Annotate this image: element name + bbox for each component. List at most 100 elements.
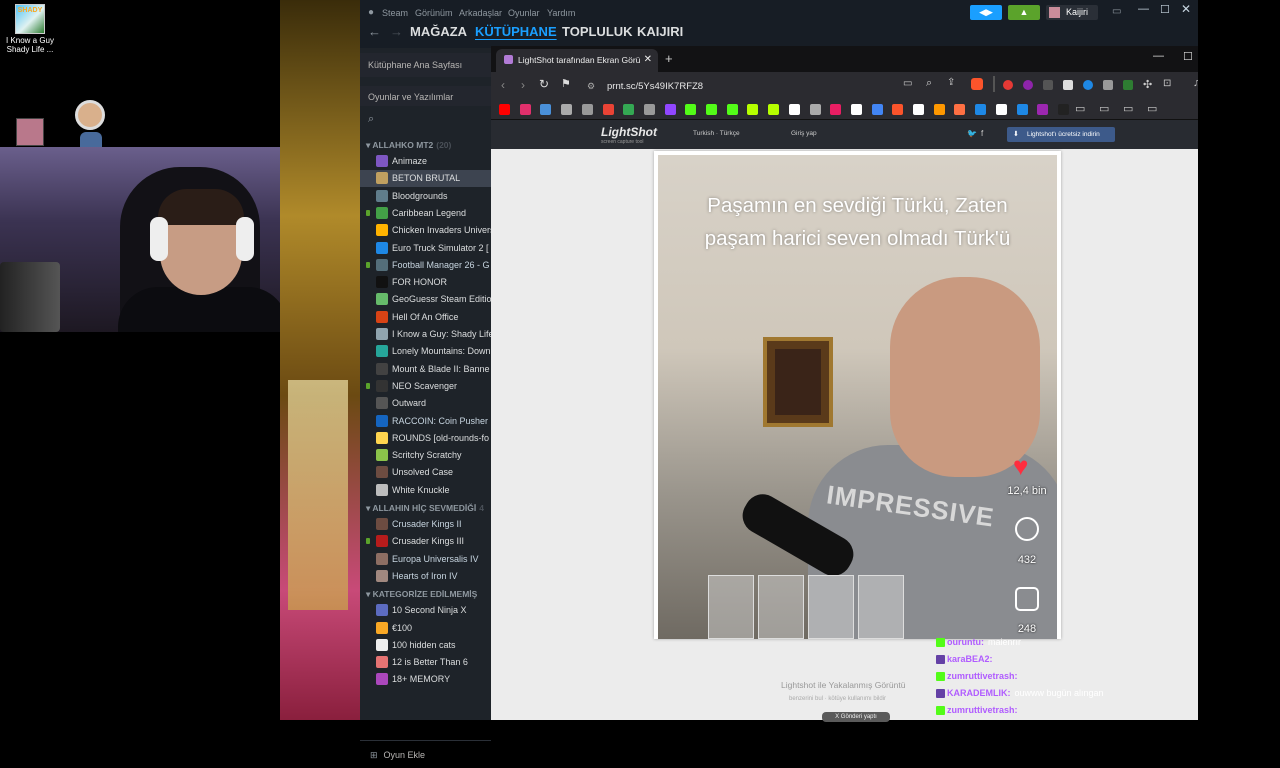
- bookmark-favicon-icon[interactable]: [747, 104, 759, 115]
- game-list-item[interactable]: €100: [360, 620, 491, 637]
- game-list-item[interactable]: I Know a Guy: Shady Life: [360, 326, 491, 343]
- desktop-shortcut[interactable]: SHADY I Know a Guy Shady Life ...: [4, 4, 56, 54]
- bookmark-favicon-icon[interactable]: [788, 104, 800, 115]
- bookmark-favicon-icon[interactable]: [643, 104, 655, 115]
- bookmark-favicon-icon[interactable]: [954, 104, 966, 115]
- maximize-button[interactable]: ☐: [1183, 50, 1193, 63]
- game-list-item[interactable]: White Knuckle: [360, 482, 491, 499]
- close-tab-icon[interactable]: ✕: [644, 54, 652, 65]
- category-header[interactable]: ▾ ALLAHIN HİÇ SEVMEDİĞİ 4: [366, 503, 484, 514]
- game-list-item[interactable]: Crusader Kings III: [360, 533, 491, 550]
- bookmark-favicon-icon[interactable]: [871, 104, 883, 115]
- bookmark-favicon-icon[interactable]: [1037, 104, 1049, 115]
- menu-friends[interactable]: Arkadaşlar: [459, 8, 502, 18]
- add-game-button[interactable]: ⊞ Oyun Ekle: [360, 740, 491, 768]
- game-list-item[interactable]: Scritchy Scratchy: [360, 447, 491, 464]
- menu-view[interactable]: Görünüm: [415, 8, 453, 18]
- bookmark-folder-icon[interactable]: ▭: [1099, 102, 1109, 115]
- extension-icon[interactable]: [1063, 80, 1073, 90]
- game-list-item[interactable]: Animaze: [360, 153, 491, 170]
- extension-icon[interactable]: [1043, 80, 1053, 90]
- tab-store[interactable]: MAĞAZA: [410, 24, 467, 39]
- bookmark-folder-icon[interactable]: ▭: [1147, 102, 1157, 115]
- game-list-item[interactable]: 12 is Better Than 6: [360, 654, 491, 671]
- game-list-item[interactable]: 100 hidden cats: [360, 637, 491, 654]
- category-header[interactable]: ▾ KATEGORİZE EDİLMEMİŞ: [366, 589, 480, 600]
- bookmark-favicon-icon[interactable]: [499, 104, 510, 115]
- bookmark-favicon-icon[interactable]: [602, 104, 614, 115]
- extensions-puzzle-icon[interactable]: ✣: [1143, 78, 1152, 91]
- game-list-item[interactable]: Unsolved Case: [360, 464, 491, 481]
- user-menu[interactable]: Kaijiri: [1046, 5, 1098, 20]
- forward-arrow-icon[interactable]: →: [390, 24, 403, 39]
- bookmark-favicon-icon[interactable]: [809, 104, 821, 115]
- forward-arrow-icon[interactable]: ›: [521, 78, 525, 92]
- lightshot-logo[interactable]: LightShot screen capture tool: [601, 125, 657, 145]
- game-list-item[interactable]: GeoGuessr Steam Edition: [360, 291, 491, 308]
- bookmark-folder-icon[interactable]: ▭: [1075, 102, 1085, 115]
- screenshot-image[interactable]: IMPRESSIVE Paşamın en sevdiği Türkü, Zat…: [654, 151, 1061, 639]
- browser-tab[interactable]: LightShot tarafından Ekran Görü ✕: [496, 49, 658, 72]
- game-list-item[interactable]: Europa Universalis IV: [360, 551, 491, 568]
- game-list-item[interactable]: Hearts of Iron IV: [360, 568, 491, 585]
- download-button[interactable]: ⬇ Lightshot'ı ücretsiz indirin: [1007, 127, 1115, 142]
- facebook-icon[interactable]: f: [981, 129, 983, 138]
- game-list-item[interactable]: Chicken Invaders Univers: [360, 222, 491, 239]
- menu-help[interactable]: Yardım: [547, 8, 575, 18]
- cast-icon[interactable]: ▭: [903, 78, 912, 89]
- bookmark-favicon-icon[interactable]: [975, 104, 987, 115]
- close-button[interactable]: ✕: [1181, 2, 1191, 16]
- menu-games[interactable]: Oyunlar: [508, 8, 540, 18]
- bookmark-favicon-icon[interactable]: [1057, 104, 1069, 115]
- game-list-item[interactable]: Lonely Mountains: Down: [360, 343, 491, 360]
- downloads-icon[interactable]: ⊡: [1163, 78, 1171, 89]
- tab-library[interactable]: KÜTÜPHANE: [475, 24, 557, 39]
- bookmark-favicon-icon[interactable]: [913, 104, 924, 115]
- game-list-item[interactable]: BETON BRUTAL: [360, 170, 491, 188]
- extension-icon[interactable]: [1123, 80, 1133, 90]
- bookmark-favicon-icon[interactable]: [519, 104, 531, 115]
- bookmark-favicon-icon[interactable]: [540, 104, 552, 115]
- menu-steam[interactable]: Steam: [382, 8, 408, 18]
- post-button[interactable]: X Gönderi yaptı: [822, 712, 890, 722]
- tab-profile[interactable]: KAIJIRI: [637, 24, 683, 39]
- new-tab-icon[interactable]: +: [665, 51, 673, 66]
- brave-shield-icon[interactable]: [971, 78, 983, 90]
- bookmark-favicon-icon[interactable]: [623, 104, 635, 115]
- share-icon[interactable]: ⇪: [947, 77, 955, 88]
- extension-audio-icon[interactable]: [1023, 80, 1033, 90]
- back-arrow-icon[interactable]: ←: [368, 24, 381, 39]
- extension-icon[interactable]: [1083, 80, 1093, 90]
- zoom-icon[interactable]: ⌕: [926, 77, 932, 90]
- bookmark-favicon-icon[interactable]: [706, 104, 717, 115]
- url-input[interactable]: ⚙ prnt.sc/5Ys49IK7RFZ8: [577, 76, 897, 96]
- bookmark-icon[interactable]: ⚑: [561, 77, 571, 90]
- notifications-icon[interactable]: ▲: [1008, 5, 1040, 20]
- bookmark-favicon-icon[interactable]: [933, 104, 945, 115]
- game-list-item[interactable]: Hell Of An Office: [360, 309, 491, 326]
- game-list-item[interactable]: Outward: [360, 395, 491, 412]
- game-list-item[interactable]: FOR HONOR: [360, 274, 491, 291]
- games-filter-dropdown[interactable]: Oyunlar ve Yazılımlar: [360, 86, 491, 106]
- game-list-item[interactable]: Crusader Kings II: [360, 516, 491, 533]
- bookmark-favicon-icon[interactable]: [995, 104, 1007, 115]
- broadcast-icon[interactable]: ◀▶: [970, 5, 1002, 20]
- login-link[interactable]: Giriş yap: [791, 130, 817, 137]
- bookmark-favicon-icon[interactable]: [581, 104, 593, 115]
- language-selector[interactable]: Turkish · Türkçe: [693, 130, 740, 137]
- category-header[interactable]: ▾ ALLAHKO MT2 (20): [366, 140, 451, 151]
- extension-record-icon[interactable]: [1003, 80, 1013, 90]
- game-list-item[interactable]: 10 Second Ninja X: [360, 602, 491, 619]
- reload-icon[interactable]: ↻: [539, 77, 549, 91]
- game-list-item[interactable]: ROUNDS [old-rounds-fo: [360, 430, 491, 447]
- game-list-item[interactable]: Mount & Blade II: Banne: [360, 361, 491, 378]
- site-settings-icon[interactable]: ⚙: [587, 81, 595, 92]
- bookmark-folder-icon[interactable]: ▭: [1123, 102, 1133, 115]
- bookmark-favicon-icon[interactable]: [561, 104, 573, 115]
- game-list-item[interactable]: Bloodgrounds: [360, 188, 491, 205]
- extension-icon[interactable]: [1103, 80, 1113, 90]
- big-picture-icon[interactable]: ▭: [1112, 6, 1121, 17]
- bookmark-favicon-icon[interactable]: [726, 104, 738, 115]
- bookmark-favicon-icon[interactable]: [830, 104, 842, 115]
- bookmark-favicon-icon[interactable]: [892, 104, 904, 115]
